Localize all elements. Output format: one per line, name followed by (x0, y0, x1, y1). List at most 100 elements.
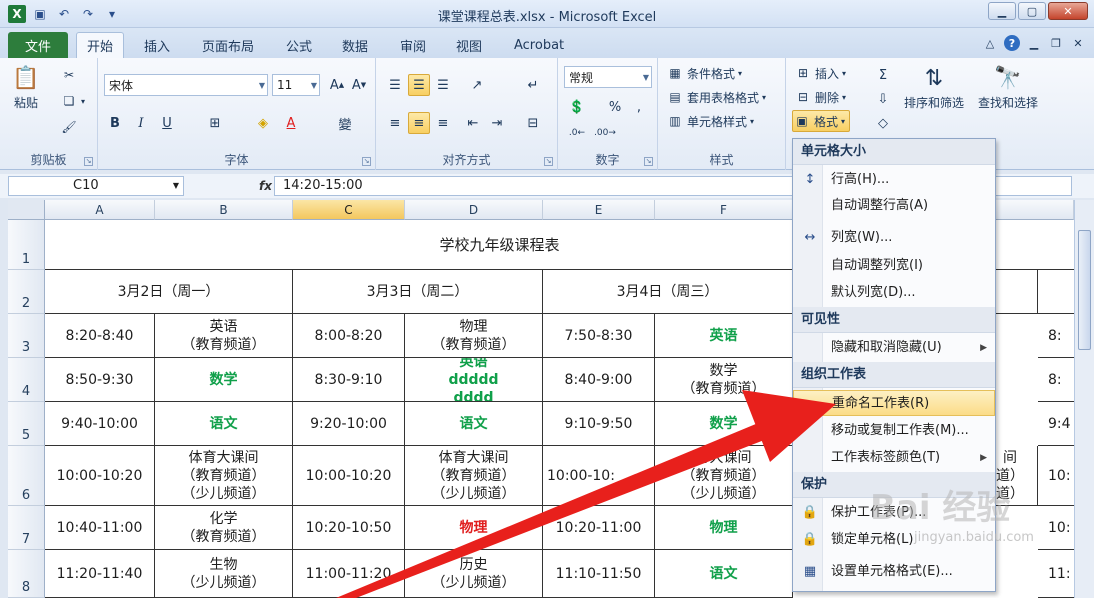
subject-cell[interactable]: 语文 (155, 402, 293, 446)
time-cell[interactable]: 8: (1038, 358, 1074, 402)
time-cell[interactable]: 9:40-10:00 (45, 402, 155, 446)
alignment-launcher-icon[interactable]: ↘ (544, 157, 553, 166)
orientation-icon[interactable]: ↗ (466, 74, 488, 96)
select-all-corner[interactable] (8, 200, 45, 220)
workbook-close-icon[interactable]: ✕ (1070, 35, 1086, 51)
clear-icon[interactable]: ◇ (872, 112, 894, 134)
subject-cell[interactable]: 物理 (405, 506, 543, 550)
decrease-indent-icon[interactable]: ⇤ (462, 112, 484, 134)
subject-cell[interactable]: 数学 （教育频道） (655, 358, 793, 402)
insert-cells-button[interactable]: ⊞ 插入 ▾ (794, 62, 846, 84)
day-header-cell[interactable] (1038, 270, 1074, 314)
row-header-7[interactable]: 7 (8, 506, 45, 550)
minimize-button[interactable]: ▁ (988, 2, 1016, 20)
time-cell[interactable]: 10:00-10:20 (293, 446, 405, 506)
column-header-e[interactable]: E (543, 200, 655, 220)
row-header-8[interactable]: 8 (8, 550, 45, 598)
menu-item-move-copy-sheet[interactable]: 移动或复制工作表(M)... (793, 418, 995, 444)
column-header-a[interactable]: A (45, 200, 155, 220)
ribbon-collapse-icon[interactable]: △ (982, 35, 998, 51)
time-cell[interactable]: 8:30-9:10 (293, 358, 405, 402)
row-header-6[interactable]: 6 (8, 446, 45, 506)
bold-button[interactable]: B (104, 112, 126, 134)
menu-item-default-width[interactable]: 默认列宽(D)... (793, 280, 995, 306)
subject-cell[interactable]: 英语 (655, 314, 793, 358)
subject-cell[interactable]: 育大课间 （教育频道） （少儿频道） (655, 446, 793, 506)
autosum-icon[interactable]: Σ (872, 64, 894, 86)
column-header-f[interactable]: F (655, 200, 793, 220)
fill-color-icon[interactable]: ◈ (252, 112, 274, 134)
align-left-icon[interactable]: ≡ (384, 112, 406, 134)
tab-formulas[interactable]: 公式 (276, 32, 322, 58)
format-cells-button[interactable]: ▣ 格式 ▾ (792, 110, 851, 132)
percent-button[interactable]: % (604, 96, 626, 118)
column-header-c[interactable]: C (293, 200, 405, 220)
time-cell[interactable]: 11:00-11:20 (293, 550, 405, 598)
column-header-b[interactable]: B (155, 200, 293, 220)
workbook-minimize-icon[interactable]: ▁ (1026, 35, 1042, 51)
tab-insert[interactable]: 插入 (134, 32, 180, 58)
align-middle-icon[interactable]: ☰ (408, 74, 430, 96)
fill-icon[interactable]: ⇩ (872, 88, 894, 110)
number-format-combo[interactable]: 常规 ▼ (564, 66, 652, 88)
day-header-cell[interactable]: 3月2日（周一） (45, 270, 293, 314)
paste-button[interactable]: 📋 粘贴 (10, 62, 42, 111)
menu-item-row-height[interactable]: ↕ 行高(H)... (793, 167, 995, 193)
clipboard-launcher-icon[interactable]: ↘ (84, 157, 93, 166)
time-cell[interactable]: 10:20-11:00 (543, 506, 655, 550)
row-header-4[interactable]: 4 (8, 358, 45, 402)
subject-cell[interactable]: 物理 （教育频道） (405, 314, 543, 358)
time-cell[interactable]: 10: (1038, 506, 1074, 550)
menu-item-hide-unhide[interactable]: 隐藏和取消隐藏(U) ▶ (793, 335, 995, 361)
subject-cell[interactable]: 语文 (405, 402, 543, 446)
maximize-button[interactable]: ▢ (1018, 2, 1046, 20)
cut-button[interactable]: ✂ (60, 64, 78, 86)
time-cell[interactable]: 10:40-11:00 (45, 506, 155, 550)
time-cell[interactable]: 10:00-10: (543, 446, 655, 506)
tab-review[interactable]: 审阅 (390, 32, 436, 58)
font-launcher-icon[interactable]: ↘ (362, 157, 371, 166)
time-cell[interactable]: 8:00-8:20 (293, 314, 405, 358)
align-bottom-icon[interactable]: ☰ (432, 74, 454, 96)
subject-cell[interactable]: 历史 （少儿频道） (405, 550, 543, 598)
currency-icon[interactable]: 💲 (566, 96, 588, 118)
tab-acrobat[interactable]: Acrobat (504, 32, 574, 58)
subject-cell[interactable]: 英语 （教育频道） (155, 314, 293, 358)
time-cell[interactable]: 9:4 (1038, 402, 1074, 446)
wrap-text-icon[interactable]: ↵ (522, 74, 544, 96)
font-color-icon[interactable]: A (280, 112, 302, 134)
column-header-d[interactable]: D (405, 200, 543, 220)
time-cell[interactable]: 8: (1038, 314, 1074, 358)
subject-cell[interactable]: 语文 (655, 550, 793, 598)
time-cell[interactable]: 10:00-10:20 (45, 446, 155, 506)
time-cell[interactable]: 10:20-10:50 (293, 506, 405, 550)
menu-item-column-width[interactable]: ↔ 列宽(W)... (793, 225, 995, 251)
subject-cell[interactable]: 数学 (155, 358, 293, 402)
scrollbar-thumb[interactable] (1078, 230, 1091, 350)
font-name-combo[interactable]: 宋体 ▼ (104, 74, 268, 96)
format-as-table-button[interactable]: ▤ 套用表格格式 ▾ (666, 86, 766, 108)
delete-cells-button[interactable]: ⊟ 删除 ▾ (794, 86, 846, 108)
menu-item-autofit-column[interactable]: 自动调整列宽(I) (793, 253, 995, 279)
underline-button[interactable]: U (156, 112, 178, 134)
tab-data[interactable]: 数据 (332, 32, 378, 58)
close-button[interactable]: ✕ (1048, 2, 1088, 20)
time-cell[interactable]: 11: (1038, 550, 1074, 598)
menu-item-rename-sheet[interactable]: 重命名工作表(R) (793, 390, 995, 416)
align-top-icon[interactable]: ☰ (384, 74, 406, 96)
format-painter-button[interactable]: 🖌 (60, 116, 78, 138)
time-cell[interactable]: 7:50-8:30 (543, 314, 655, 358)
tab-page-layout[interactable]: 页面布局 (192, 32, 264, 58)
sort-filter-button[interactable]: ⇅ 排序和筛选 (904, 62, 964, 111)
tab-view[interactable]: 视图 (446, 32, 492, 58)
day-header-cell[interactable]: 3月3日（周二） (293, 270, 543, 314)
tab-home[interactable]: 开始 (76, 32, 125, 58)
row-header-5[interactable]: 5 (8, 402, 45, 446)
subject-cell[interactable]: 数学 (655, 402, 793, 446)
number-launcher-icon[interactable]: ↘ (644, 157, 653, 166)
font-size-combo[interactable]: 11 ▼ (272, 74, 320, 96)
name-box[interactable]: C10 ▼ (8, 176, 184, 196)
row-header-2[interactable]: 2 (8, 270, 45, 314)
time-cell[interactable]: 8:40-9:00 (543, 358, 655, 402)
time-cell[interactable]: 11:10-11:50 (543, 550, 655, 598)
